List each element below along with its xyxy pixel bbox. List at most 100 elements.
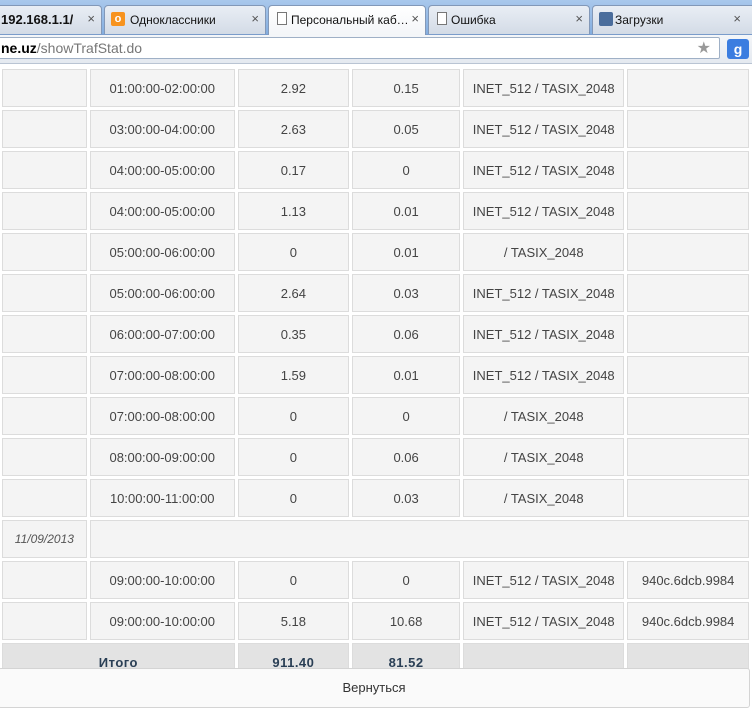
outgoing-cell: 0: [352, 561, 461, 599]
address-bar[interactable]: ne.uz/showTrafStat.do ★: [0, 37, 720, 59]
mac-cell: [627, 356, 749, 394]
tab-odnoklassniki[interactable]: o Одноклассники ×: [104, 5, 266, 34]
mac-cell: 940c.6dcb.9984: [627, 561, 749, 599]
tab-downloads[interactable]: Загрузки ×: [592, 5, 752, 34]
incoming-cell: 2.92: [237, 69, 349, 107]
back-button[interactable]: Вернуться: [0, 668, 750, 708]
time-cell: 07:00:00-08:00:00: [89, 397, 235, 435]
close-icon[interactable]: ×: [575, 11, 583, 26]
table-row: 04:00:00-05:00:00 1.13 0.01 INET_512 / TASI…: [2, 192, 749, 230]
tariff-cell: INET_512 / TASIX_2048: [463, 110, 625, 148]
mac-cell: [627, 192, 749, 230]
table-row: 07:00:00-08:00:00 1.59 0.01 INET_512 / TASI…: [2, 356, 749, 394]
time-cell: 04:00:00-05:00:00: [89, 151, 235, 189]
date-cell: [2, 397, 87, 435]
document-icon: [277, 12, 287, 25]
close-icon[interactable]: ×: [87, 11, 95, 26]
outgoing-cell: 0.01: [352, 233, 461, 271]
address-path: /showTrafStat.do: [36, 40, 143, 56]
date-cell: [2, 110, 87, 148]
table-row: 09:00:00-10:00:00 0 0 INET_512 / TASIX_2048…: [2, 561, 749, 599]
outgoing-cell: 0.01: [352, 356, 461, 394]
incoming-cell: 0: [237, 397, 349, 435]
mac-cell: 940c.6dcb.9984: [627, 602, 749, 640]
time-cell: 08:00:00-09:00:00: [89, 438, 235, 476]
table-row: 08:00:00-09:00:00 0 0.06/ TASIX_2048: [2, 438, 749, 476]
mac-cell: [627, 110, 749, 148]
close-icon[interactable]: ×: [411, 11, 419, 26]
mac-cell: [627, 69, 749, 107]
downloads-icon: [599, 12, 613, 26]
bookmark-star-icon[interactable]: ★: [697, 39, 711, 59]
close-icon[interactable]: ×: [251, 11, 259, 26]
time-cell: 03:00:00-04:00:00: [89, 110, 235, 148]
outgoing-cell: 0.15: [352, 69, 461, 107]
incoming-cell: 2.64: [237, 274, 349, 312]
tab-label: Одноклассники: [130, 13, 216, 27]
tab-label: Ошибка: [451, 13, 496, 27]
mac-cell: [627, 274, 749, 312]
table-row: 07:00:00-08:00:00 0 0/ TASIX_2048: [2, 397, 749, 435]
table-row: 03:00:00-04:00:00 2.63 0.05 INET_512 / TASI…: [2, 110, 749, 148]
address-host: ne.uz: [1, 40, 37, 56]
date-cell: [2, 233, 87, 271]
tariff-cell: INET_512 / TASIX_2048: [463, 151, 625, 189]
mac-cell: [627, 151, 749, 189]
incoming-cell: 0.35: [237, 315, 349, 353]
time-cell: 01:00:00-02:00:00: [89, 69, 235, 107]
date-cell: [2, 151, 87, 189]
date-cell: [2, 438, 87, 476]
mac-cell: [627, 438, 749, 476]
incoming-cell: 2.63: [237, 110, 349, 148]
incoming-cell: 0: [237, 233, 349, 271]
incoming-cell: 0: [237, 479, 349, 517]
table-row: 05:00:00-06:00:00 2.64 0.03 INET_512 / TASI…: [2, 274, 749, 312]
close-icon[interactable]: ×: [733, 11, 741, 26]
date-cell: [2, 192, 87, 230]
outgoing-cell: 0.06: [352, 438, 461, 476]
tab-error[interactable]: Ошибка ×: [428, 5, 590, 34]
tariff-cell: / TASIX_2048: [463, 438, 625, 476]
date-cell: [2, 356, 87, 394]
incoming-cell: 1.13: [237, 192, 349, 230]
mac-cell: [627, 479, 749, 517]
tab-personal-cabinet[interactable]: Персональный каб… ×: [268, 5, 426, 35]
mac-cell: [627, 315, 749, 353]
tariff-cell: INET_512 / TASIX_2048: [463, 192, 625, 230]
tariff-cell: INET_512 / TASIX_2048: [463, 274, 625, 312]
table-row: 06:00:00-07:00:00 0.35 0.06 INET_512 / TASI…: [2, 315, 749, 353]
outgoing-cell: 0.03: [352, 479, 461, 517]
mac-cell: [627, 397, 749, 435]
outgoing-cell: 0.01: [352, 192, 461, 230]
table-row: 04:00:00-05:00:00 0.17 0 INET_512 / TASIX_2…: [2, 151, 749, 189]
tariff-cell: / TASIX_2048: [463, 397, 625, 435]
time-cell: 10:00:00-11:00:00: [89, 479, 235, 517]
tab-router[interactable]: 192.168.1.1/ ×: [0, 5, 102, 34]
browser-toolbar: ne.uz/showTrafStat.do ★ g: [0, 35, 752, 64]
table-row: 10:00:00-11:00:00 0 0.03/ TASIX_2048: [2, 479, 749, 517]
tariff-cell: INET_512 / TASIX_2048: [463, 356, 625, 394]
tab-label: 192.168.1.1/: [1, 12, 74, 27]
incoming-cell: 1.59: [237, 356, 349, 394]
date-cell: 11/09/2013: [2, 520, 87, 558]
table-row: 09:00:00-10:00:00 5.18 10.68 INET_512 / TAS…: [2, 602, 749, 640]
table-row: 05:00:00-06:00:00 0 0.01/ TASIX_2048: [2, 233, 749, 271]
tariff-cell: INET_512 / TASIX_2048: [463, 602, 625, 640]
incoming-cell: 0: [237, 561, 349, 599]
incoming-cell: 5.18: [237, 602, 349, 640]
date-cell: [2, 69, 87, 107]
date-row: 11/09/2013: [2, 520, 749, 558]
tariff-cell: INET_512 / TASIX_2048: [463, 315, 625, 353]
tariff-cell: / TASIX_2048: [463, 233, 625, 271]
outgoing-cell: 10.68: [352, 602, 461, 640]
tab-label: Персональный каб…: [291, 13, 407, 27]
date-cell: [2, 274, 87, 312]
google-extension-icon[interactable]: g: [727, 39, 749, 59]
tab-label: Загрузки: [615, 13, 664, 27]
tariff-cell: / TASIX_2048: [463, 479, 625, 517]
time-cell: 06:00:00-07:00:00: [89, 315, 235, 353]
date-cell: [2, 315, 87, 353]
document-icon: [437, 12, 447, 25]
date-cell: [2, 479, 87, 517]
time-cell: 05:00:00-06:00:00: [89, 274, 235, 312]
